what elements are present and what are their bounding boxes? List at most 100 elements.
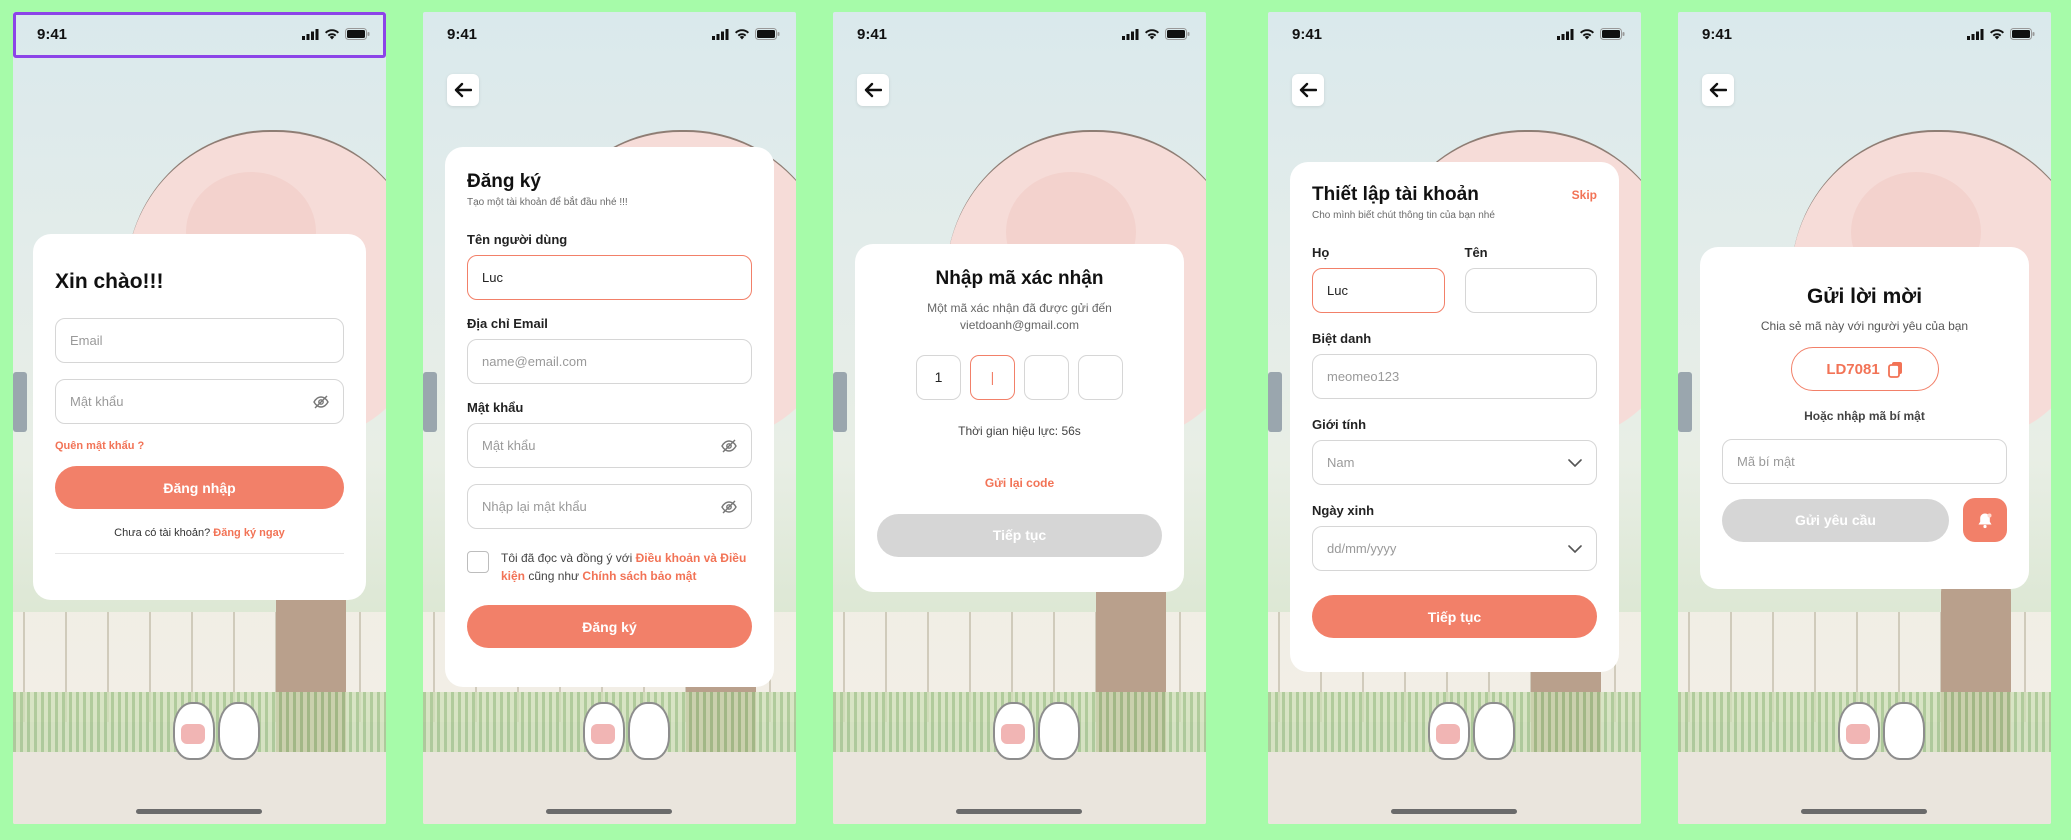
dob-label: Ngày xinh [1312, 503, 1375, 518]
back-button[interactable] [447, 74, 479, 106]
bunny-illustration [1883, 702, 1925, 760]
last-name-group: Họ Luc [1312, 245, 1445, 313]
signal-icon [1122, 28, 1139, 40]
eye-off-icon[interactable] [721, 500, 737, 514]
wifi-icon [325, 28, 339, 39]
register-screen: 9:41 Đăng ký Tạo một tài khoản để bắt đầ… [423, 12, 796, 824]
signal-icon [712, 28, 729, 40]
wifi-icon [1580, 28, 1594, 39]
wifi-icon [1990, 28, 2004, 39]
notification-button[interactable] [1963, 498, 2007, 542]
email-label: Địa chỉ Email [467, 316, 548, 331]
otp-digit-4[interactable] [1078, 354, 1123, 400]
signal-icon [302, 28, 319, 40]
back-button[interactable] [1702, 74, 1734, 106]
no-account-text: Chưa có tài khoản? [114, 527, 211, 539]
register-link[interactable]: Đăng ký ngay [213, 527, 285, 539]
continue-button[interactable]: Tiếp tục [1312, 595, 1597, 638]
terms-text: Tôi đã đọc và đồng ý với Điều khoản và Đ… [501, 549, 752, 585]
home-indicator [956, 809, 1082, 814]
page-subtitle: Tạo một tài khoản để bắt đầu nhé !!! [467, 197, 628, 208]
page-title: Thiết lập tài khoản [1312, 184, 1479, 205]
eye-off-icon[interactable] [721, 439, 737, 453]
bunny-illustration [1473, 702, 1515, 760]
password-placeholder: Mật khẩu [70, 394, 124, 409]
copy-icon [1887, 361, 1902, 378]
status-icons [1967, 28, 2035, 40]
account-setup-screen: 9:41 Thiết lập tài khoản Skip Cho mình b… [1268, 12, 1641, 824]
invite-screen: 9:41 Gửi lời mời Chia sẻ mã này với ngườ… [1678, 12, 2051, 824]
username-value: Luc [482, 270, 503, 285]
status-time: 9:41 [1702, 25, 1733, 43]
page-subtitle: Chia sẻ mã này với người yêu của bạn [1760, 319, 1969, 333]
battery-icon [1600, 28, 1625, 40]
status-bar: 9:41 [13, 12, 386, 56]
otp-digit-2[interactable]: | [970, 354, 1015, 400]
username-field[interactable]: Luc [467, 255, 752, 300]
otp-digit-3[interactable] [1024, 354, 1069, 400]
last-name-field[interactable]: Luc [1312, 268, 1445, 313]
password-field[interactable]: Mật khẩu [55, 379, 344, 424]
background-pole [423, 372, 437, 432]
register-button[interactable]: Đăng ký [467, 605, 752, 648]
card-header: Thiết lập tài khoản Skip [1312, 184, 1597, 206]
secret-code-field[interactable]: Mã bí mật [1722, 439, 2007, 484]
password-label: Mật khẩu [467, 400, 524, 415]
terms-prefix: Tôi đã đọc và đồng ý với [501, 551, 636, 565]
status-bar: 9:41 [833, 12, 1206, 56]
status-icons [1122, 28, 1190, 40]
email-address: vietdoanh@gmail.com [960, 318, 1079, 333]
email-placeholder: name@email.com [482, 354, 587, 369]
invite-code-button[interactable]: LD7081 [1790, 347, 1939, 391]
login-button[interactable]: Đăng nhập [55, 466, 344, 509]
page-subtitle: Cho mình biết chút thông tin của bạn nhé [1312, 210, 1495, 221]
forgot-password-link[interactable]: Quên mật khẩu ? [55, 440, 344, 452]
continue-button[interactable]: Tiếp tục [877, 513, 1162, 557]
battery-icon [755, 28, 780, 40]
resend-code-link[interactable]: Gửi lại code [877, 476, 1162, 490]
gender-select[interactable]: Nam [1312, 440, 1597, 485]
nickname-placeholder: meomeo123 [1327, 369, 1400, 384]
otp-digit-1[interactable]: 1 [916, 354, 961, 400]
background-pole [13, 372, 27, 432]
bunny-illustration [628, 702, 670, 760]
password-placeholder: Mật khẩu [482, 438, 536, 453]
signal-icon [1967, 28, 1984, 40]
login-screen: 9:41 Xin chào!!! Email Mật khẩu Quên mật… [13, 12, 386, 824]
send-row: Gửi yêu cầu [1722, 498, 2007, 542]
back-button[interactable] [857, 74, 889, 106]
page-title: Xin chào!!! [55, 270, 164, 293]
wifi-icon [735, 28, 749, 39]
gender-label: Giới tính [1312, 417, 1367, 432]
dob-select[interactable]: dd/mm/yyyy [1312, 526, 1597, 571]
arrow-left-icon [1299, 82, 1317, 98]
description-line: Một mã xác nhận đã được gửi đến [927, 301, 1112, 315]
confirm-password-field[interactable]: Nhập lại mật khẩu [467, 484, 752, 529]
verification-screen: 9:41 Nhập mã xác nhận Một mã xác nhận đã… [833, 12, 1206, 824]
skip-link[interactable]: Skip [1572, 188, 1597, 202]
email-placeholder: Email [70, 333, 103, 348]
password-field[interactable]: Mật khẩu [467, 423, 752, 468]
status-icons [302, 28, 370, 40]
eye-off-icon[interactable] [313, 395, 329, 409]
background-pole [1678, 372, 1692, 432]
send-request-button[interactable]: Gửi yêu cầu [1722, 498, 1949, 542]
email-field[interactable]: Email [55, 318, 344, 363]
privacy-link[interactable]: Chính sách bảo mật [582, 569, 696, 583]
backpack-illustration [591, 724, 615, 744]
background-pole [833, 372, 847, 432]
or-text: Hoặc nhập mã bí mật [1804, 409, 1925, 423]
chevron-down-icon [1568, 458, 1582, 467]
nickname-field[interactable]: meomeo123 [1312, 354, 1597, 399]
email-field[interactable]: name@email.com [467, 339, 752, 384]
confirm-password-placeholder: Nhập lại mật khẩu [482, 499, 587, 514]
status-bar: 9:41 [423, 12, 796, 56]
login-card: Xin chào!!! Email Mật khẩu Quên mật khẩu… [33, 234, 366, 600]
register-card: Đăng ký Tạo một tài khoản để bắt đầu nhé… [445, 147, 774, 687]
first-name-field[interactable] [1464, 268, 1597, 313]
status-bar: 9:41 [1678, 12, 2051, 56]
back-button[interactable] [1292, 74, 1324, 106]
terms-checkbox[interactable] [467, 551, 489, 573]
arrow-left-icon [1709, 82, 1727, 98]
status-icons [712, 28, 780, 40]
